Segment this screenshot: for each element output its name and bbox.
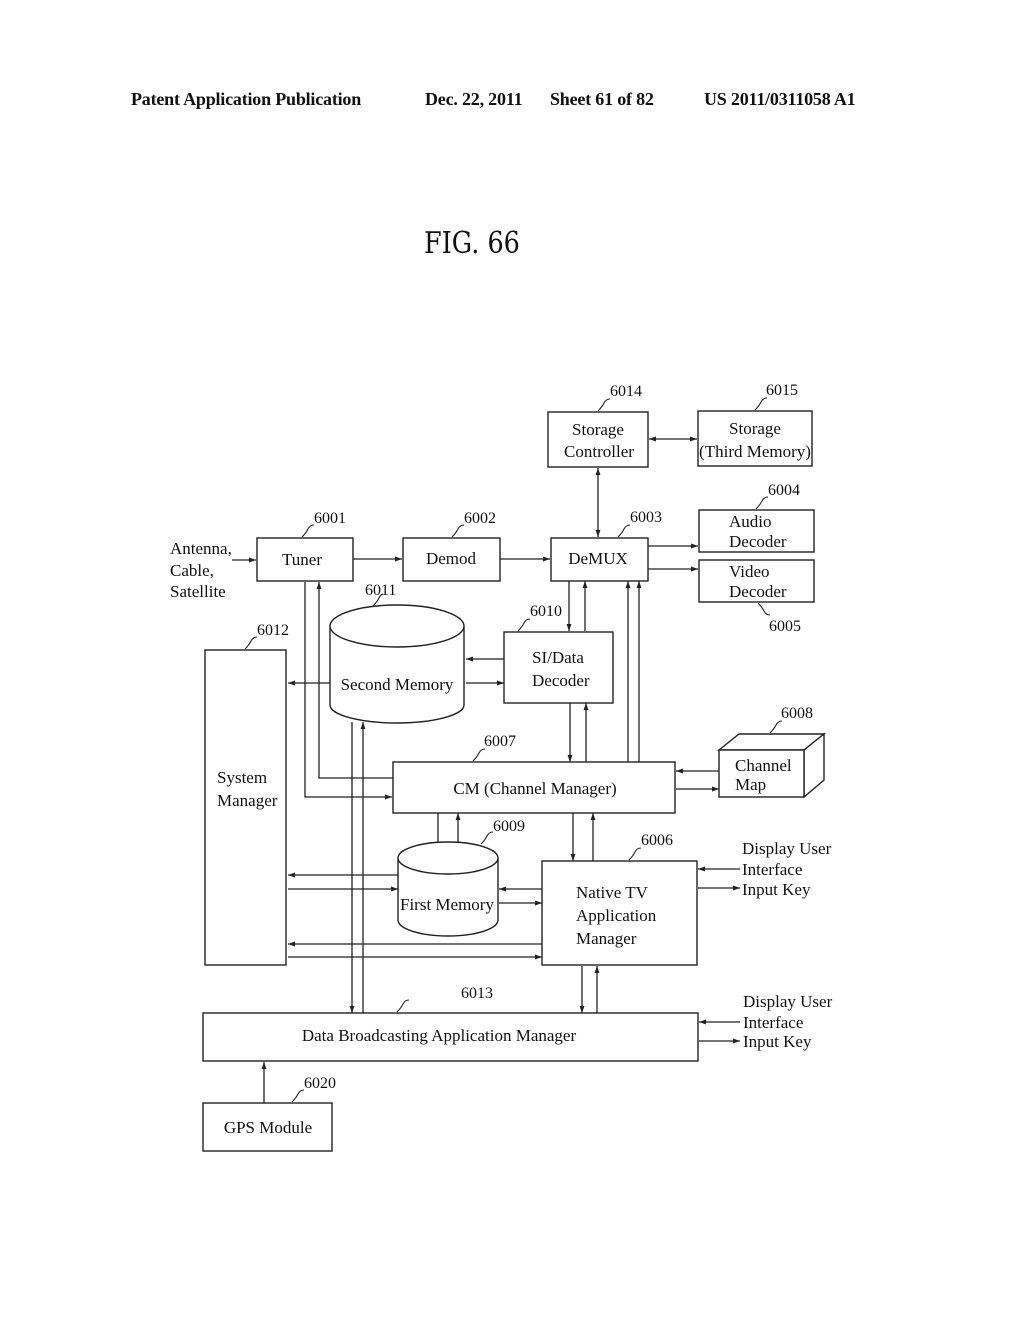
block-storage-third-memory: Storage (Third Memory) 6015	[697, 382, 813, 467]
demux-ref: 6003	[630, 509, 662, 526]
block-data-broadcasting-app-manager: Data Broadcasting Application Manager 60…	[202, 985, 699, 1062]
video-decoder-label-1: Video	[729, 562, 770, 581]
system-manager-ref: 6012	[257, 622, 289, 639]
gps-module-label: GPS Module	[224, 1118, 312, 1137]
block-storage-controller: Storage Controller 6014	[547, 383, 649, 468]
dbam-ui-line-1: Display User	[743, 992, 833, 1011]
block-si-data-decoder: SI/Data Decoder 6010	[503, 603, 614, 704]
block-demux: DeMUX 6003	[550, 509, 662, 582]
storage-controller-ref: 6014	[610, 383, 642, 400]
dbam-ui-line-3: Input Key	[743, 1032, 812, 1051]
native-ui-line-1: Display User	[742, 839, 832, 858]
native-tv-ref: 6006	[641, 832, 673, 849]
demux-label: DeMUX	[568, 549, 628, 568]
block-tuner: Tuner 6001	[256, 510, 354, 582]
system-manager-label-2: Manager	[217, 791, 278, 810]
storage-label-1: Storage	[729, 419, 781, 438]
input-source-label: Antenna, Cable, Satellite	[170, 539, 232, 601]
tuner-label: Tuner	[282, 550, 322, 569]
video-decoder-ref: 6005	[769, 618, 801, 635]
block-channel-manager: CM (Channel Manager) 6007	[392, 733, 676, 814]
channel-map-label-2: Map	[735, 775, 766, 794]
native-ui-line-3: Input Key	[742, 880, 811, 899]
dbam-ui-label: Display User Interface Input Key	[743, 992, 833, 1051]
demod-label: Demod	[426, 549, 477, 568]
input-source-line-2: Cable,	[170, 561, 214, 580]
storage-controller-label-1: Storage	[572, 420, 624, 439]
tuner-ref: 6001	[314, 510, 346, 527]
channel-map-ref: 6008	[781, 705, 813, 722]
gps-module-ref: 6020	[304, 1075, 336, 1092]
native-tv-label-1: Native TV	[576, 883, 649, 902]
storage-ref: 6015	[766, 382, 798, 399]
block-native-tv-app-manager: Native TV Application Manager 6006	[541, 832, 698, 966]
channel-manager-ref: 6007	[484, 733, 516, 750]
second-memory-label: Second Memory	[341, 675, 454, 694]
first-memory-ref: 6009	[493, 818, 525, 835]
block-channel-map: Channel Map 6008	[717, 705, 826, 799]
native-ui-label: Display User Interface Input Key	[742, 839, 832, 899]
block-demod: Demod 6002	[402, 510, 501, 582]
second-memory-ref: 6011	[365, 582, 396, 599]
block-second-memory: Second Memory 6011	[329, 582, 465, 724]
audio-decoder-label-2: Decoder	[729, 532, 787, 551]
block-audio-decoder: Audio Decoder 6004	[698, 482, 815, 553]
audio-decoder-label-1: Audio	[729, 512, 772, 531]
storage-label-2: (Third Memory)	[699, 442, 811, 461]
input-source-line-1: Antenna,	[170, 539, 232, 558]
dbam-ref: 6013	[461, 985, 493, 1002]
block-video-decoder: Video Decoder 6005	[698, 559, 815, 635]
si-decoder-ref: 6010	[530, 603, 562, 620]
channel-manager-label: CM (Channel Manager)	[453, 779, 616, 798]
video-decoder-label-2: Decoder	[729, 582, 787, 601]
native-tv-label-3: Manager	[576, 929, 637, 948]
native-ui-line-2: Interface	[742, 860, 802, 879]
demod-ref: 6002	[464, 510, 496, 527]
block-diagram: Storage Controller 6014 Storage (Third M…	[170, 382, 833, 1152]
block-first-memory: First Memory 6009	[397, 818, 525, 937]
native-tv-label-2: Application	[576, 906, 657, 925]
storage-controller-label-2: Controller	[564, 442, 634, 461]
block-system-manager: System Manager 6012	[204, 622, 289, 966]
si-decoder-label-1: SI/Data	[532, 648, 584, 667]
block-gps-module: GPS Module 6020	[202, 1075, 336, 1152]
dbam-ui-line-2: Interface	[743, 1013, 803, 1032]
si-decoder-label-2: Decoder	[532, 671, 590, 690]
system-manager-label-1: System	[217, 768, 267, 787]
channel-map-label-1: Channel	[735, 756, 792, 775]
audio-decoder-ref: 6004	[768, 482, 800, 499]
first-memory-label: First Memory	[400, 895, 494, 914]
input-source-line-3: Satellite	[170, 582, 226, 601]
dbam-label: Data Broadcasting Application Manager	[302, 1026, 577, 1045]
